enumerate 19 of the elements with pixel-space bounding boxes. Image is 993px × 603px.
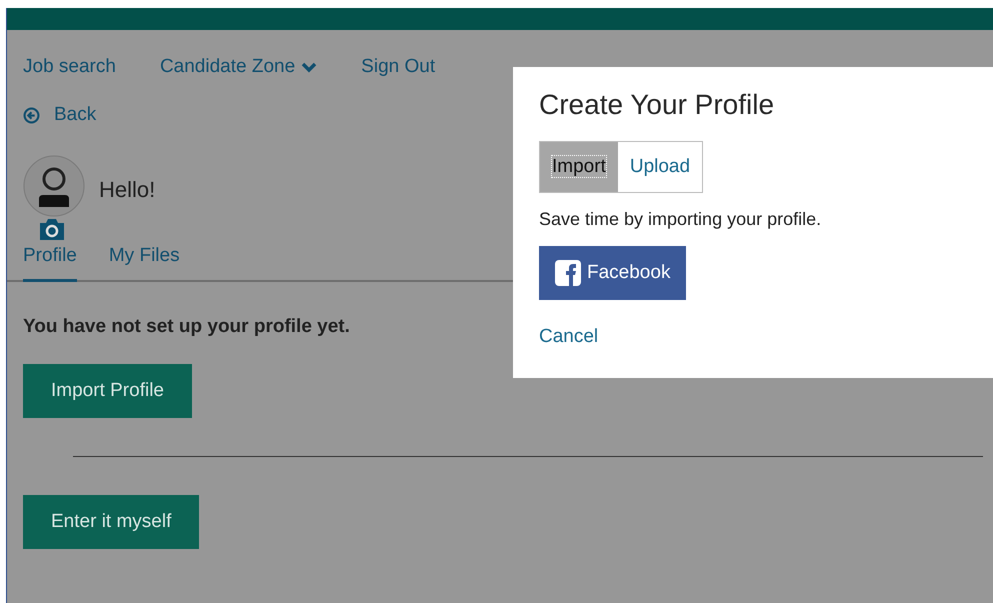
dialog-title: Create Your Profile [539, 89, 776, 121]
cancel-link[interactable]: Cancel [539, 326, 598, 348]
tab[interactable]: Profile [23, 238, 77, 282]
dialog-description: Save time by importing your profile. [539, 209, 822, 230]
enter-manually-button[interactable]: Enter it myself [23, 494, 200, 548]
camera-icon[interactable] [38, 216, 66, 240]
import-profile-button[interactable]: Import Profile [23, 364, 192, 418]
tab[interactable]: My Files [108, 238, 180, 282]
facebook-button[interactable]: Facebook [539, 246, 686, 300]
greeting-text: Hello! [99, 176, 156, 202]
back-link[interactable]: Back [23, 104, 96, 126]
nav-link[interactable]: Sign Out [361, 56, 436, 78]
nav-link[interactable]: Job search [23, 56, 116, 78]
avatar-icon [23, 154, 85, 216]
nav-link[interactable]: Candidate Zone [160, 56, 318, 78]
profile-status-text: You have not set up your profile yet. [23, 316, 350, 338]
dialog-tab[interactable]: Import [540, 142, 618, 192]
chevron-down-icon [301, 61, 318, 73]
facebook-logo-icon [555, 260, 581, 286]
